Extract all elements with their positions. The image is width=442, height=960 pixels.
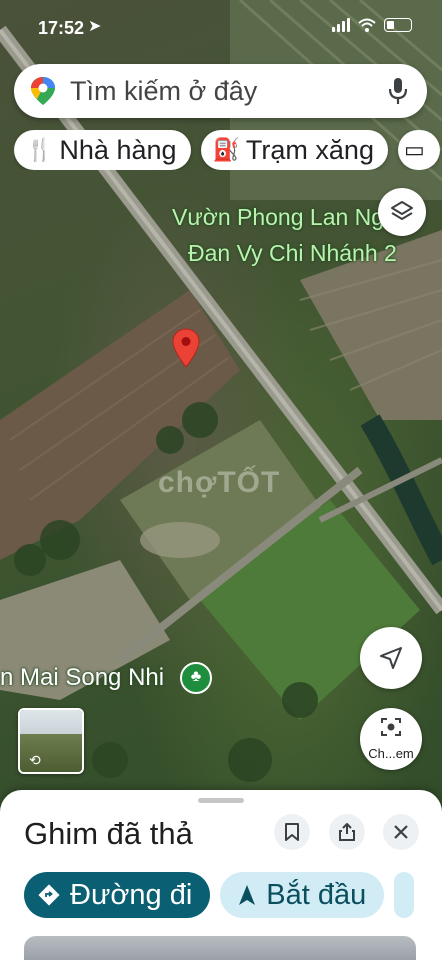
partial-chip-icon: ▭: [403, 137, 425, 162]
action-row: Đường đi Bắt đầu: [24, 872, 442, 918]
save-button[interactable]: [274, 814, 310, 850]
directions-button[interactable]: Đường đi: [24, 872, 211, 918]
tree-poi-icon[interactable]: ♣: [180, 662, 212, 694]
google-maps-pin-icon: [31, 77, 55, 105]
chip-label: Trạm xăng: [245, 134, 374, 165]
chip-more[interactable]: ▭: [397, 130, 440, 170]
share-icon: [339, 823, 355, 841]
place-label[interactable]: Vườn Phong Lan Ngọc: [172, 204, 408, 231]
place-label[interactable]: Đan Vy Chi Nhánh 2: [188, 240, 397, 267]
layers-icon: [391, 201, 413, 220]
lens-button[interactable]: Ch...em: [360, 708, 422, 770]
chip-restaurants[interactable]: 🍴 Nhà hàng: [14, 130, 191, 170]
status-icons: [332, 18, 412, 32]
drag-handle[interactable]: [198, 798, 244, 803]
camera-lens-icon: [381, 718, 401, 736]
navigation-arrow-icon: [380, 647, 402, 669]
close-icon: [394, 825, 408, 839]
start-button[interactable]: Bắt đầu: [220, 872, 385, 918]
clock: 17:52: [38, 18, 85, 38]
lens-label: Ch...em: [368, 746, 414, 761]
fork-knife-icon: 🍴: [26, 137, 54, 162]
place-photo[interactable]: [24, 936, 416, 960]
close-button[interactable]: [383, 814, 419, 850]
bookmark-icon: [285, 823, 299, 841]
share-button[interactable]: [329, 814, 365, 850]
gas-pump-icon: ⛽: [212, 137, 240, 162]
chip-label: Nhà hàng: [59, 134, 177, 165]
sheet-title: Ghim đã thả: [24, 816, 193, 851]
directions-label: Đường đi: [70, 878, 193, 911]
dropped-pin-marker-icon[interactable]: [172, 328, 200, 368]
search-bar[interactable]: Tìm kiếm ở đây: [14, 64, 427, 118]
location-arrow-icon: ➤: [88, 18, 102, 35]
directions-icon: [38, 884, 60, 906]
layers-button[interactable]: [378, 188, 426, 236]
start-label: Bắt đầu: [266, 878, 367, 911]
more-actions-button[interactable]: [394, 872, 415, 918]
category-chips: 🍴 Nhà hàng ⛽ Trạm xăng ▭: [14, 130, 442, 170]
search-input[interactable]: Tìm kiếm ở đây: [70, 76, 387, 107]
microphone-icon[interactable]: [387, 77, 409, 105]
chip-gas-stations[interactable]: ⛽ Trạm xăng: [200, 130, 388, 170]
status-bar: 17:52 ➤: [0, 0, 442, 52]
navigation-arrow-icon: [239, 885, 256, 905]
my-location-button[interactable]: [360, 627, 422, 689]
wifi-icon: [358, 18, 376, 32]
battery-icon: [384, 18, 412, 32]
street-view-thumbnail[interactable]: ⟲: [18, 708, 84, 774]
cellular-signal-icon: [332, 18, 350, 32]
watermark: chợTỐT: [158, 466, 281, 499]
place-label[interactable]: n Mai Song Nhi: [0, 664, 164, 692]
rotate-360-icon: ⟲: [29, 752, 41, 768]
